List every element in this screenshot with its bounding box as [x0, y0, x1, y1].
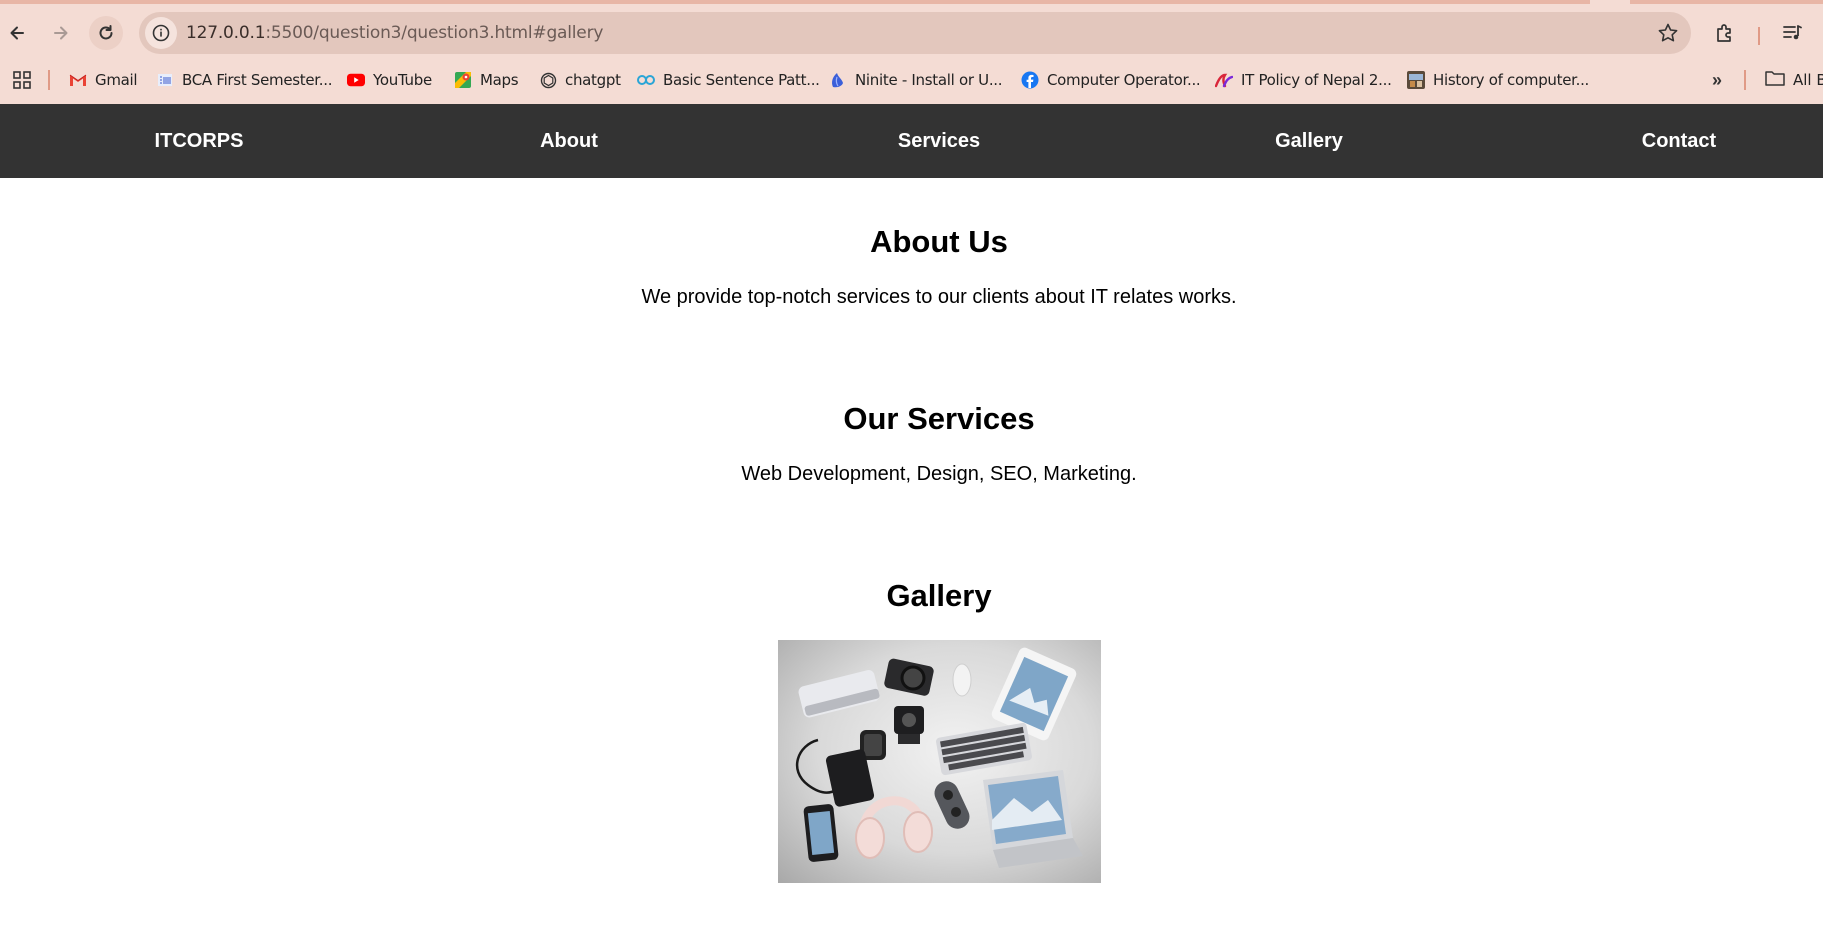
gmail-icon — [69, 71, 87, 89]
maps-icon — [454, 71, 472, 89]
apps-grid-icon[interactable] — [10, 68, 34, 92]
browser-chrome: 127.0.0.1:5500/question3/question3.html#… — [0, 0, 1823, 104]
browser-toolbar: 127.0.0.1:5500/question3/question3.html#… — [0, 8, 1823, 58]
url-path: :5500/question3/question3.html#gallery — [265, 23, 604, 43]
bookmark-label: BCA First Semester... — [182, 71, 333, 89]
services-text: Web Development, Design, SEO, Marketing. — [741, 463, 1137, 485]
brand-logo-link[interactable]: ITCORPS — [155, 104, 244, 178]
bookmark-label: Computer Operator... — [1047, 71, 1201, 89]
bookmark-chatgpt[interactable]: chatgpt — [539, 64, 621, 96]
nav-link-contact[interactable]: Contact — [1642, 104, 1716, 178]
services-heading: Our Services — [843, 401, 1035, 436]
about-heading: About Us — [870, 224, 1008, 259]
all-bookmarks-label: All B — [1793, 71, 1823, 89]
chatgpt-icon — [539, 71, 557, 89]
bookmark-label: Basic Sentence Patt... — [663, 71, 820, 89]
ninite-icon — [829, 71, 847, 89]
forward-button[interactable] — [44, 16, 78, 50]
facebook-icon — [1021, 71, 1039, 89]
site-navbar: ITCORPS About Services Gallery Contact — [0, 104, 1823, 178]
back-button[interactable] — [0, 16, 34, 50]
gallery-image — [778, 640, 1101, 883]
bookmark-ninite[interactable]: Ninite - Install or U... — [829, 64, 1003, 96]
policy-icon — [1215, 71, 1233, 89]
bookmark-it-policy[interactable]: IT Policy of Nepal 2... — [1215, 64, 1392, 96]
bookmarks-divider — [1744, 70, 1746, 90]
gallery-heading: Gallery — [886, 578, 992, 613]
bookmark-label: Ninite - Install or U... — [855, 71, 1003, 89]
nav-link-about[interactable]: About — [540, 104, 598, 178]
media-controls-icon[interactable] — [1778, 19, 1806, 47]
history-icon — [1407, 71, 1425, 89]
arrow-left-icon — [10, 26, 24, 40]
url-text[interactable]: 127.0.0.1:5500/question3/question3.html#… — [186, 23, 603, 43]
bookmarks-bar: Gmail BCA First Semester... YouTube Maps… — [0, 64, 1823, 96]
bookmark-history-computer[interactable]: History of computer... — [1407, 64, 1589, 96]
tab-strip — [0, 0, 1823, 4]
bookmark-label: Gmail — [95, 71, 138, 89]
bookmark-label: YouTube — [373, 71, 432, 89]
site-info-icon[interactable] — [145, 17, 177, 49]
bookmarks-divider — [48, 70, 50, 90]
page-content: ITCORPS About Services Gallery Contact A… — [0, 104, 1823, 936]
bookmark-gmail[interactable]: Gmail — [69, 64, 138, 96]
bca-icon — [156, 71, 174, 89]
bookmark-label: History of computer... — [1433, 71, 1590, 89]
nav-link-gallery[interactable]: Gallery — [1275, 104, 1343, 178]
url-host: 127.0.0.1 — [186, 23, 266, 43]
quillbot-icon — [637, 71, 655, 89]
bookmark-label: chatgpt — [565, 71, 621, 89]
more-bookmarks-icon[interactable]: » — [1705, 68, 1729, 92]
all-bookmarks-button[interactable]: All B — [1765, 64, 1823, 96]
bookmark-basic-sentence[interactable]: Basic Sentence Patt... — [637, 64, 820, 96]
about-text: We provide top-notch services to our cli… — [641, 286, 1237, 308]
extensions-icon[interactable] — [1711, 19, 1739, 47]
nav-link-services[interactable]: Services — [898, 104, 980, 178]
bookmark-maps[interactable]: Maps — [454, 64, 519, 96]
reload-icon — [99, 25, 113, 40]
electronic-gadgets-photo — [796, 647, 1083, 868]
bookmark-star-icon[interactable] — [1655, 20, 1681, 46]
toolbar-divider — [1758, 27, 1760, 45]
bookmark-label: Maps — [480, 71, 519, 89]
bookmark-youtube[interactable]: YouTube — [347, 64, 432, 96]
bookmark-computer-operator[interactable]: Computer Operator... — [1021, 64, 1201, 96]
folder-icon — [1765, 70, 1785, 90]
arrow-right-icon — [54, 26, 68, 40]
bookmark-bca[interactable]: BCA First Semester... — [156, 64, 332, 96]
youtube-icon — [347, 71, 365, 89]
bookmark-label: IT Policy of Nepal 2... — [1241, 71, 1392, 89]
reload-button[interactable] — [89, 16, 123, 50]
address-bar[interactable]: 127.0.0.1:5500/question3/question3.html#… — [139, 12, 1691, 54]
